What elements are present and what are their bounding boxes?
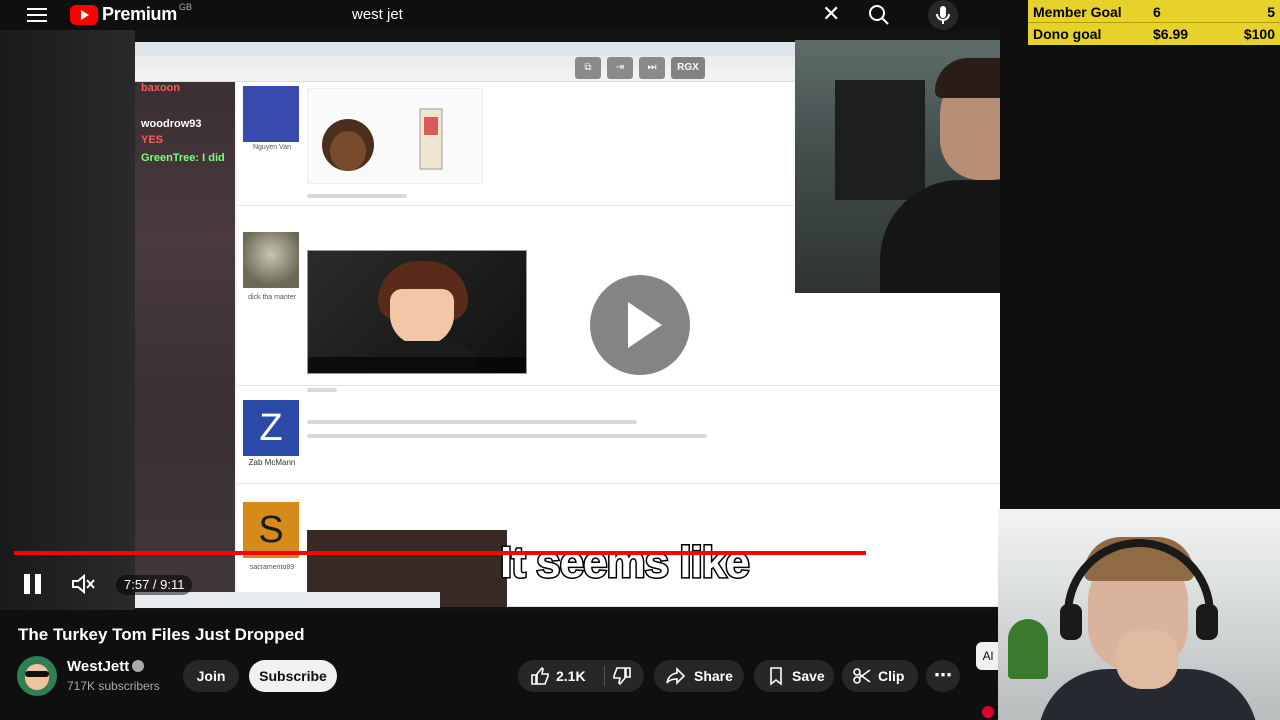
logo-region: GB: [178, 1, 192, 12]
time-display: 7:57 / 9:11: [116, 575, 193, 595]
subscriber-count: 717K subscribers: [67, 679, 160, 693]
youtube-play-icon: [70, 4, 98, 25]
post-meta-line: [307, 194, 407, 198]
skip-next-icon[interactable]: ⏭: [639, 57, 665, 79]
volume-muted-icon[interactable]: [70, 572, 96, 596]
user-avatar: [243, 232, 299, 288]
save-button[interactable]: Save: [754, 660, 834, 692]
user-avatar: Z: [243, 400, 299, 456]
progress-fill: [14, 551, 867, 555]
pause-icon[interactable]: [24, 574, 42, 594]
headset-cup-right: [1196, 604, 1218, 640]
miniplayer-icon[interactable]: ⇥: [607, 57, 633, 79]
join-button[interactable]: Join: [183, 660, 239, 692]
player-controls: 7:57 / 9:11: [0, 568, 1000, 600]
thumbs-down-icon: [613, 667, 631, 686]
post-text-line: [307, 420, 637, 424]
search-icon[interactable]: [866, 3, 892, 27]
embedded-video[interactable]: [307, 250, 527, 374]
stream-goals-panel: Member Goal 6 5 Dono goal $6.99 $100: [1028, 0, 1280, 45]
chat-message: YES: [141, 134, 164, 146]
share-icon: [666, 667, 686, 685]
browser-tabs: [135, 42, 795, 56]
member-goal-label: Member Goal: [1033, 4, 1122, 20]
member-goal-row: Member Goal 6 5: [1033, 2, 1275, 22]
chat-overlay: baxoon woodrow93 YES GreenTree: I did: [135, 82, 235, 607]
streamer-hair: [935, 58, 1000, 98]
popout-icon[interactable]: ⧉: [575, 57, 601, 79]
play-icon[interactable]: [590, 275, 690, 375]
close-icon[interactable]: ✕: [822, 3, 840, 25]
goal-divider: [1028, 22, 1280, 23]
video-player[interactable]: baxoon woodrow93 YES GreenTree: I did Ng…: [0, 30, 1000, 610]
youtube-premium-logo[interactable]: Premium GB: [70, 1, 192, 25]
more-options-icon[interactable]: ⋯: [926, 660, 960, 692]
dono-goal-row: Dono goal $6.99 $100: [1033, 24, 1275, 44]
headset-cup-left: [1060, 604, 1082, 640]
attached-drawing: [307, 88, 483, 184]
facecam-background-window: [835, 80, 925, 200]
video-mini-controls: ⧉ ⇥ ⏭ RGX: [575, 57, 705, 79]
dono-goal-current: $6.99: [1153, 26, 1189, 42]
avatar-glasses: [25, 671, 49, 677]
like-button[interactable]: 2.1K: [518, 660, 602, 692]
share-label: Share: [694, 668, 733, 684]
streamer-facecam: [795, 40, 1000, 293]
logo-text: Premium: [102, 4, 177, 24]
subscribe-button[interactable]: Subscribe: [249, 660, 337, 692]
clip-label: Clip: [878, 668, 905, 684]
user-avatar: S: [243, 502, 299, 558]
thumbs-up-icon: [531, 666, 549, 685]
background-plant: [1008, 619, 1048, 679]
channel-avatar[interactable]: [17, 656, 57, 696]
chat-message: woodrow93: [141, 118, 202, 130]
post-text-line: [307, 434, 707, 438]
reactor-facecam: [998, 509, 1280, 720]
user-avatar: [243, 86, 299, 142]
chat-message: GreenTree: I did: [141, 152, 225, 164]
chat-message: baxoon: [141, 82, 181, 94]
share-button[interactable]: Share: [654, 660, 744, 692]
post-meta-line: [307, 388, 337, 392]
reactor-hand: [1116, 629, 1178, 689]
progress-bar[interactable]: [14, 551, 998, 555]
forum-post: Z Zab McMann: [237, 394, 1000, 484]
member-goal-target: 5: [1267, 4, 1275, 20]
embedded-video-controls[interactable]: [308, 357, 526, 373]
channel-name[interactable]: WestJett: [67, 658, 129, 675]
avatar-face: [25, 664, 49, 690]
dono-goal-label: Dono goal: [1033, 26, 1102, 42]
like-dislike-group: 2.1K: [518, 660, 644, 692]
clip-button[interactable]: Clip: [842, 660, 918, 692]
verified-icon: [132, 660, 144, 672]
headset: [1064, 539, 1214, 629]
forum-username: Zab McMann: [248, 458, 296, 467]
microphone-icon[interactable]: [928, 0, 958, 30]
character-face: [390, 289, 454, 345]
notification-dot: [982, 706, 994, 718]
forum-username: dick tha manter: [248, 294, 296, 301]
ambient-background: [0, 30, 135, 610]
dislike-button[interactable]: [606, 660, 644, 692]
menu-icon[interactable]: [24, 4, 50, 26]
forum-username: Nguyen Van: [252, 144, 291, 151]
dono-goal-target: $100: [1243, 26, 1275, 42]
side-chip[interactable]: Al: [976, 642, 1000, 670]
search-input[interactable]: west jet: [352, 6, 403, 23]
like-count: 2.1K: [556, 668, 586, 684]
like-divider: [604, 666, 605, 686]
rgx-badge[interactable]: RGX: [671, 57, 705, 79]
video-title: The Turkey Tom Files Just Dropped: [18, 625, 305, 644]
save-label: Save: [792, 668, 825, 684]
scissors-icon: [853, 668, 871, 684]
member-goal-current: 6: [1153, 4, 1161, 20]
bookmark-icon: [770, 667, 782, 686]
